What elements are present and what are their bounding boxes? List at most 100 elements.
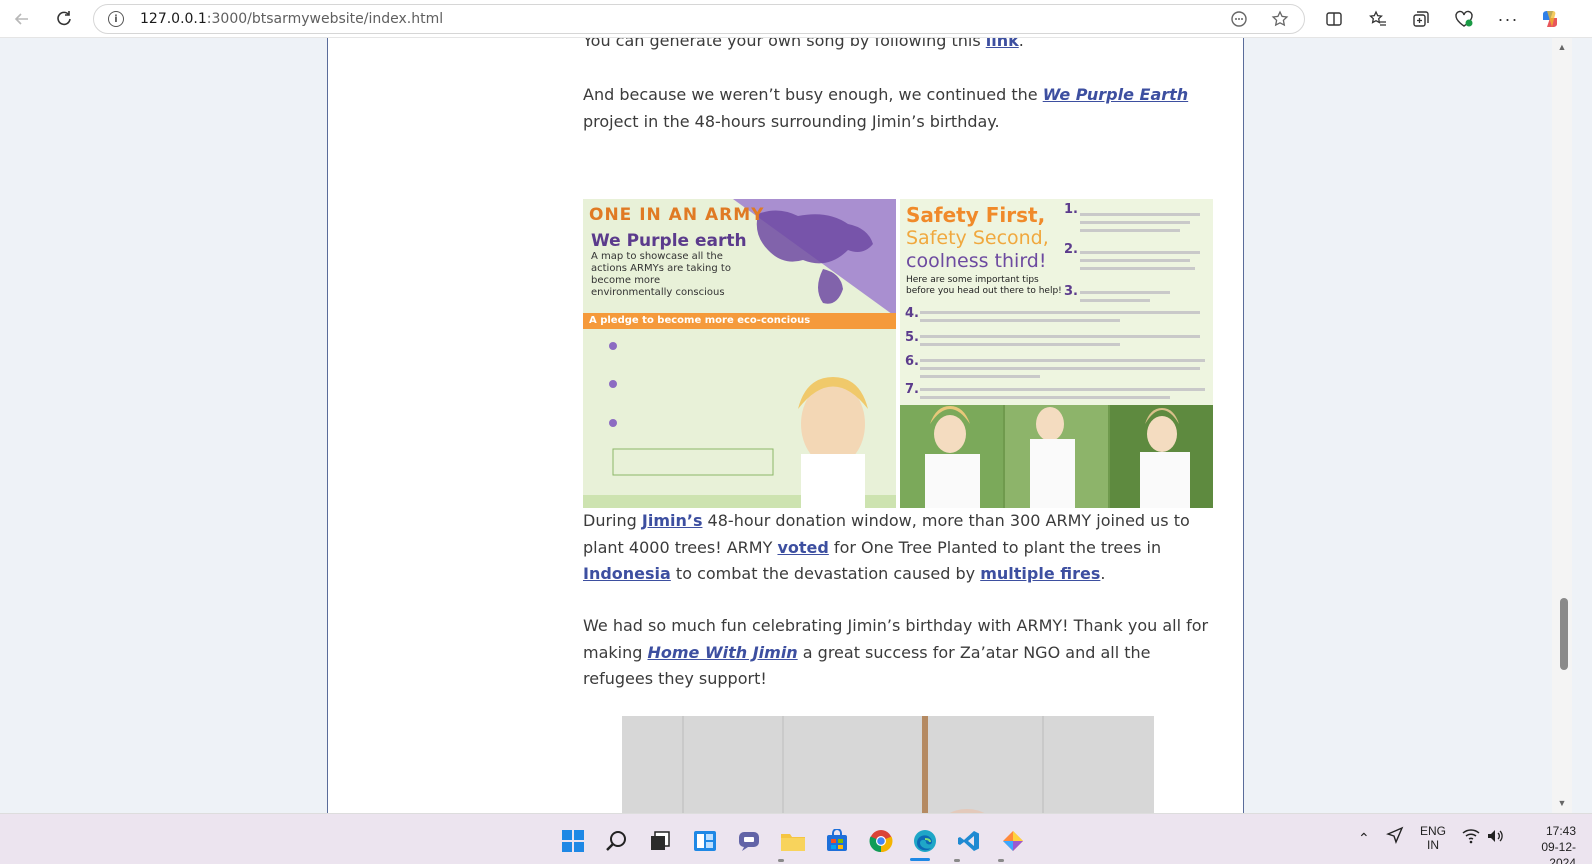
task-view-button[interactable] [648,828,674,854]
back-arrow-icon [14,13,28,25]
paragraph-song: You can generate your own song by follow… [583,38,1213,55]
language-indicator[interactable]: ENG IN [1420,824,1446,852]
safety-first-panel: Safety First, Safety Second, coolness th… [900,199,1213,508]
indonesia-link[interactable]: Indonesia [583,564,671,583]
song-link[interactable]: link [986,38,1019,50]
clock-time: 17:43 [1545,824,1576,838]
tip-number: 2. [1064,242,1078,257]
running-app-indicator [778,859,784,862]
chrome-button[interactable] [868,828,894,854]
we-purple-earth-link[interactable]: We Purple Earth [1043,85,1189,104]
browser-essentials-button[interactable] [1450,5,1478,33]
windows-logo-icon [562,830,584,852]
scrollbar-thumb[interactable] [1560,598,1568,670]
folder-icon [781,834,805,851]
show-hidden-icons-chevron-icon[interactable]: ⌃ [1358,830,1370,847]
microsoft-store-button[interactable] [824,828,850,854]
jimins-link[interactable]: Jimin’s [642,511,703,530]
reader-options-icon[interactable] [1228,8,1250,30]
refresh-button[interactable] [50,5,78,33]
copilot-icon [1543,11,1557,27]
clock-date: 09-12-2024 [1541,840,1576,864]
teams-chat-button[interactable] [736,828,762,854]
collections-icon [1413,11,1429,27]
edge-icon [914,830,936,852]
photo-graphic [622,716,1154,813]
file-explorer-button[interactable] [780,828,806,854]
url-text[interactable]: 127.0.0.1:3000/btsarmywebsite/index.html [140,11,443,27]
tip-number: 4. [905,306,919,321]
paragraph-text: During [583,511,642,530]
scroll-up-arrow-icon[interactable]: ▲ [1555,42,1569,54]
safety-first-heading: Safety First, [906,203,1046,227]
favorite-star-icon[interactable] [1269,8,1291,30]
volume-icon[interactable] [1486,828,1504,847]
settings-more-button[interactable]: ··· [1494,5,1522,33]
we-purple-earth-heading: We Purple earth [591,231,747,251]
we-purple-earth-panel: ONE IN AN ARMY We Purple earth A map to … [583,199,896,508]
search-icon [606,831,626,851]
running-app-indicator [954,859,960,862]
tip-number: 1. [1064,202,1078,217]
edge-button[interactable] [912,828,938,854]
chrome-icon [869,830,893,853]
home-with-jimin-link[interactable]: Home With Jimin [647,643,797,662]
back-button[interactable] [8,5,36,33]
paragraph-text: . [1100,564,1106,583]
windows-start-button[interactable] [560,828,586,854]
favorites-button[interactable] [1364,5,1392,33]
location-arrow-icon[interactable] [1386,826,1404,847]
copilot-button[interactable] [1536,5,1564,33]
paragraph-text: And because we weren’t busy enough, we c… [583,85,1043,104]
pledge-banner: A pledge to become more eco-concious [589,315,811,326]
safety-second-heading: Safety Second, [906,227,1049,249]
windows-taskbar: ⌃ ENG IN 17:43 09-12-2024 [0,813,1592,864]
active-app-indicator [910,858,930,861]
running-app-indicator [998,859,1004,862]
vertical-scrollbar[interactable] [1552,38,1572,813]
scroll-down-arrow-icon[interactable]: ▼ [1555,798,1569,810]
we-purple-earth-collage-image: ONE IN AN ARMY We Purple earth A map to … [583,199,1213,508]
widgets-button[interactable] [692,828,718,854]
paragraph-text: for One Tree Planted to plant the trees … [828,537,1162,557]
tip-number: 6. [905,354,919,369]
paragraph-text: You can generate your own song by follow… [583,38,986,50]
vscode-icon [958,831,979,851]
language-code: ENG [1420,824,1447,838]
colorful-app-icon [1003,831,1023,851]
collections-button[interactable] [1407,5,1435,33]
video-thumbnail-image [622,716,1154,813]
tip-number: 5. [905,330,919,345]
store-icon [827,829,847,851]
paragraph-text: to combat the devastation caused by [670,564,981,583]
coolness-third-heading: coolness third! [906,250,1047,272]
split-screen-icon [1326,12,1342,26]
search-button[interactable] [604,828,630,854]
favorites-list-icon [1369,10,1386,26]
tip-number: 3. [1064,284,1078,299]
more-dots-icon: ··· [1497,8,1519,29]
app-launcher-button[interactable] [1000,828,1026,854]
tips-intro: Here are some important tips before you … [906,275,1062,296]
paragraph-text: project in the 48-hours surrounding Jimi… [583,111,1000,131]
wifi-icon[interactable] [1462,828,1480,847]
clock[interactable]: 17:43 09-12-2024 [1516,823,1576,864]
vscode-button[interactable] [956,828,982,854]
browser-toolbar: i 127.0.0.1:3000/btsarmywebsite/index.ht… [0,0,1592,38]
tip-number: 7. [905,382,919,397]
paragraph-purple-earth: And because we weren’t busy enough, we c… [583,82,1213,135]
paragraph-donation: During Jimin’s 48-hour donation window, … [583,508,1213,588]
article-container: You can generate your own song by follow… [327,38,1244,813]
one-in-an-army-logo: ONE IN AN ARMY [589,205,765,225]
paragraph-thanks: We had so much fun celebrating Jimin’s b… [583,613,1213,693]
page-viewport: You can generate your own song by follow… [0,38,1552,813]
paragraph-text: . [1018,38,1024,50]
task-view-icon [651,831,670,850]
address-bar[interactable]: i 127.0.0.1:3000/btsarmywebsite/index.ht… [93,4,1305,34]
site-info-icon[interactable]: i [108,11,124,27]
voted-link[interactable]: voted [777,538,828,557]
split-screen-button[interactable] [1320,5,1348,33]
widgets-icon [694,831,716,851]
multiple-fires-link[interactable]: multiple fires [980,564,1100,583]
refresh-icon [57,11,71,26]
